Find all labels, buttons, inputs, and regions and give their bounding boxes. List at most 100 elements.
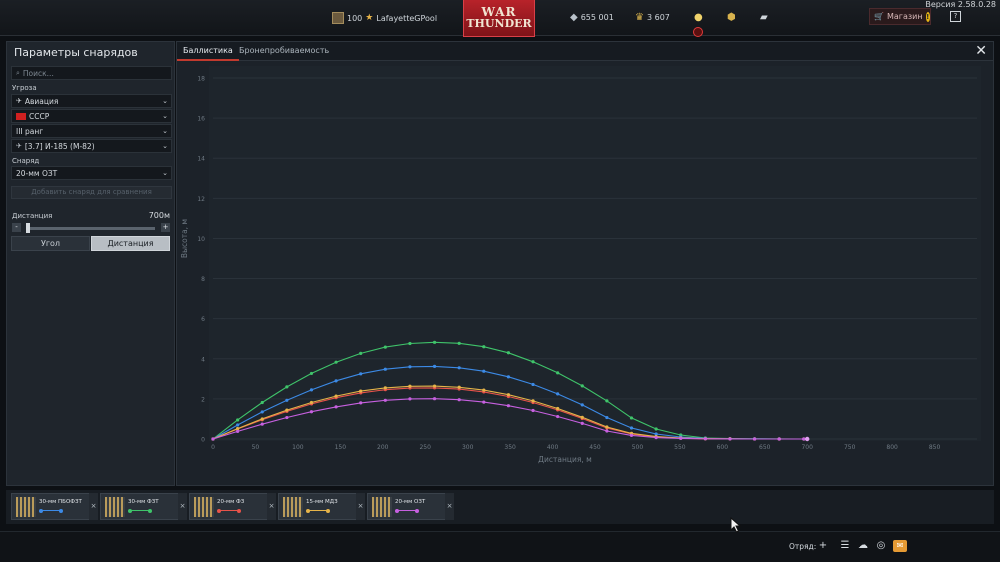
data-point: [457, 366, 461, 370]
distance-increase-button[interactable]: +: [161, 223, 170, 232]
x-axis-label: Дистанция, м: [538, 455, 592, 464]
data-point: [802, 437, 806, 441]
silver-lions[interactable]: ◆ 655 001: [570, 12, 614, 23]
plane-icon: ✈: [16, 97, 22, 105]
vehicle-select[interactable]: ✈ [3.7] И-185 (М-82) ⌄: [11, 139, 172, 153]
data-point: [359, 351, 363, 355]
data-point: [359, 372, 363, 376]
x-tick-label: 350: [504, 444, 516, 451]
remove-shell-button[interactable]: ×: [445, 493, 454, 520]
tab-ballistics[interactable]: Баллистика: [177, 42, 239, 61]
golden-eagles[interactable]: ♛ 3 607: [635, 12, 670, 23]
version-label: Версия 2.58.0.28: [925, 0, 996, 9]
shop-button[interactable]: 🛒 Магазин !: [869, 8, 931, 25]
shell-slot[interactable]: 30-мм ПБОФЗТ: [11, 493, 96, 520]
x-tick-label: 700: [801, 444, 813, 451]
data-point: [260, 422, 264, 426]
remove-shell-button[interactable]: ×: [356, 493, 365, 520]
data-point: [457, 385, 461, 389]
premium-icon[interactable]: ⬢: [727, 12, 736, 23]
cloud-icon[interactable]: ☁: [856, 540, 870, 552]
x-tick-label: 750: [844, 444, 856, 451]
search-placeholder: Поиск...: [22, 68, 54, 78]
x-tick-label: 450: [589, 444, 601, 451]
distance-decrease-button[interactable]: -: [12, 223, 21, 232]
threat-label: Угроза: [12, 84, 37, 92]
search-input[interactable]: ⌕ Поиск...: [11, 66, 172, 80]
golden-eagles-value: 3 607: [646, 13, 670, 22]
aircraft-icon: ✈: [16, 142, 22, 150]
silver-lions-value: 655 001: [580, 13, 614, 22]
series-color-swatch: [306, 508, 330, 513]
mouse-cursor-icon: [730, 517, 742, 533]
shop-label: Магазин: [886, 12, 923, 21]
shell-select[interactable]: 20-мм ОЗТ ⌄: [11, 166, 172, 180]
panel-title: Параметры снарядов: [14, 46, 138, 59]
data-point: [752, 437, 757, 441]
data-point: [383, 345, 387, 349]
x-tick-label: 500: [632, 444, 644, 451]
shell-slot[interactable]: 20-мм ОЗТ: [367, 493, 452, 520]
tab-armor-penetration[interactable]: Бронепробиваемость: [233, 42, 335, 61]
chevron-down-icon: ⌄: [162, 112, 168, 120]
x-tick-label: 100: [292, 444, 304, 451]
y-tick-label: 18: [197, 76, 205, 83]
shell-params-panel: Параметры снарядов ⌕ Поиск... Угроза ✈ А…: [6, 41, 175, 486]
trajectory-chart: 0 2 4 6 8 10 12 14 16 18 0 50 100 150 200 250 300 350 400 4…: [180, 66, 981, 464]
shell-slot[interactable]: 20-мм ФЗ: [189, 493, 274, 520]
app-root: Версия 2.58.0.28 100 ★ LafayetteGPool WA…: [0, 0, 1000, 562]
distance-slider[interactable]: [26, 227, 155, 230]
distance-slider-handle[interactable]: [26, 223, 30, 233]
add-shell-button[interactable]: Добавить снаряд для сравнения: [11, 186, 172, 199]
threat-type-select[interactable]: ✈ Авиация ⌄: [11, 94, 172, 108]
mail-icon[interactable]: ✉: [893, 540, 907, 552]
shell-slot[interactable]: 30-мм ФЗТ: [100, 493, 185, 520]
data-point: [556, 414, 560, 419]
data-point: [309, 388, 314, 392]
squad-label: Отряд:: [789, 542, 817, 551]
y-tick-label: 4: [201, 356, 205, 363]
data-point: [777, 437, 781, 441]
help-button[interactable]: ?: [950, 11, 961, 22]
country-value: СССР: [29, 111, 50, 121]
shell-slot[interactable]: 15-мм МДЗ: [278, 493, 363, 520]
country-select[interactable]: СССР ⌄: [11, 109, 172, 123]
data-point: [580, 403, 584, 407]
silver-lions-icon: ◆: [570, 12, 578, 23]
remove-shell-button[interactable]: ×: [89, 493, 98, 520]
distance-mode-button[interactable]: Дистанция: [91, 236, 170, 251]
x-tick-label: 50: [252, 444, 260, 451]
cart-icon: 🛒: [874, 12, 884, 21]
data-point: [506, 375, 511, 379]
x-tick-label: 800: [886, 444, 898, 451]
data-point: [383, 398, 387, 402]
y-tick-label: 6: [201, 316, 205, 323]
data-point: [334, 405, 338, 409]
rank-select[interactable]: III ранг ⌄: [11, 124, 172, 138]
data-point: [432, 364, 437, 368]
y-tick-label: 10: [197, 236, 205, 243]
close-button[interactable]: ✕: [975, 43, 987, 59]
chat-icon[interactable]: ◎: [874, 540, 888, 552]
warbond-icon[interactable]: ▰: [760, 12, 768, 23]
shell-slots-bar: 30-мм ПБОФЗТ × 30-мм ФЗТ × 20-мм ФЗ × 15-мм МД…: [6, 490, 994, 524]
data-point: [260, 417, 264, 421]
list-icon[interactable]: ☰: [838, 540, 852, 552]
add-squad-icon[interactable]: +: [816, 540, 830, 552]
logo-line2: THUNDER: [466, 17, 532, 30]
data-point: [359, 389, 363, 393]
alert-indicator-icon[interactable]: [693, 27, 703, 37]
y-tick-label: 12: [197, 196, 205, 203]
lightbulb-icon[interactable]: ●: [694, 12, 703, 23]
chevron-down-icon: ⌄: [162, 97, 168, 105]
remove-shell-button[interactable]: ×: [178, 493, 187, 520]
player-info[interactable]: 100 ★ LafayetteGPool: [332, 12, 437, 24]
angle-mode-button[interactable]: Угол: [11, 236, 90, 251]
data-point: [531, 382, 535, 387]
data-point: [605, 399, 609, 403]
game-logo[interactable]: WAR THUNDER: [463, 0, 535, 37]
data-point: [703, 437, 707, 441]
remove-shell-button[interactable]: ×: [267, 493, 276, 520]
data-point: [580, 421, 584, 425]
data-point: [556, 392, 560, 396]
